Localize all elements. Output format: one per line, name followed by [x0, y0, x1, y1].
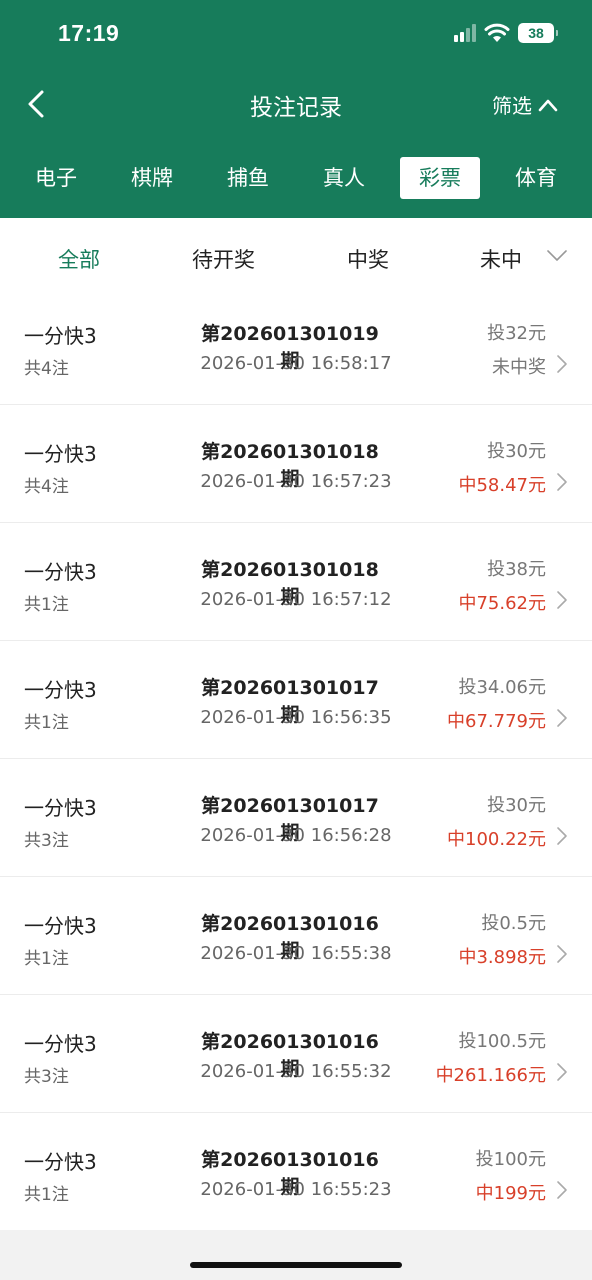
category-tabs: 电子 棋牌 捕鱼 真人 彩票 体育 [0, 157, 592, 199]
bet-count: 共3注 [24, 1067, 69, 1087]
status-icons: 38 [454, 21, 558, 45]
chevron-right-icon [557, 827, 567, 845]
lottery-name: 一分快3 [24, 324, 97, 348]
status-time: 17:19 [58, 20, 120, 46]
wifi-icon [484, 23, 510, 42]
bet-count: 共1注 [24, 595, 69, 615]
tab-lost[interactable]: 未中 [480, 244, 522, 274]
lottery-name: 一分快3 [24, 796, 97, 820]
bet-record-row[interactable]: 一分快3 共3注 第202601301017期 2026-01-30 16:56… [0, 759, 592, 877]
chevron-down-icon[interactable] [546, 248, 568, 262]
chevron-right-icon [557, 1181, 567, 1199]
result-text: 中67.779元 [447, 711, 546, 732]
bet-time: 2026-01-30 16:57:12 [200, 589, 392, 610]
bet-count: 共4注 [24, 477, 69, 497]
filter-button[interactable]: 筛选 [492, 90, 558, 119]
tab-chess-cards[interactable]: 棋牌 [112, 157, 192, 199]
stake-amount: 投30元 [487, 441, 546, 462]
chevron-right-icon [557, 591, 567, 609]
battery-icon: 38 [518, 23, 558, 43]
bet-time: 2026-01-30 16:56:28 [200, 825, 392, 846]
tab-lottery[interactable]: 彩票 [400, 157, 480, 199]
result-text: 中75.62元 [458, 593, 546, 614]
lottery-name: 一分快3 [24, 442, 97, 466]
status-tabs: 全部 待开奖 中奖 未中 [0, 218, 592, 296]
stake-amount: 投100元 [475, 1149, 546, 1170]
result-text: 中261.166元 [435, 1065, 546, 1086]
lottery-name: 一分快3 [24, 560, 97, 584]
bet-record-list: 一分快3 共4注 第202601301019期 2026-01-30 16:58… [0, 287, 592, 1230]
bet-count: 共1注 [24, 949, 69, 969]
bet-time: 2026-01-30 16:57:23 [200, 471, 392, 492]
bet-count: 共1注 [24, 1185, 69, 1205]
result-text: 中3.898元 [458, 947, 546, 968]
stake-amount: 投34.06元 [458, 677, 546, 698]
filter-label: 筛选 [492, 94, 532, 118]
bet-count: 共1注 [24, 713, 69, 733]
chevron-right-icon [557, 945, 567, 963]
lottery-name: 一分快3 [24, 914, 97, 938]
chevron-right-icon [557, 709, 567, 727]
lottery-name: 一分快3 [24, 1150, 97, 1174]
chevron-up-icon [538, 99, 558, 111]
bet-record-row[interactable]: 一分快3 共4注 第202601301019期 2026-01-30 16:58… [0, 287, 592, 405]
chevron-right-icon [557, 355, 567, 373]
result-text: 中58.47元 [458, 475, 546, 496]
tab-all[interactable]: 全部 [58, 244, 100, 274]
stake-amount: 投32元 [487, 323, 546, 344]
stake-amount: 投100.5元 [458, 1031, 546, 1052]
bet-record-row[interactable]: 一分快3 共1注 第202601301016期 2026-01-30 16:55… [0, 1113, 592, 1230]
bet-time: 2026-01-30 16:58:17 [200, 353, 392, 374]
bet-count: 共3注 [24, 831, 69, 851]
result-text: 未中奖 [492, 357, 546, 378]
cellular-signal-icon [454, 24, 476, 42]
bet-record-row[interactable]: 一分快3 共1注 第202601301016期 2026-01-30 16:55… [0, 877, 592, 995]
stake-amount: 投0.5元 [481, 913, 546, 934]
tab-electronic[interactable]: 电子 [16, 157, 96, 199]
bet-record-row[interactable]: 一分快3 共4注 第202601301018期 2026-01-30 16:57… [0, 405, 592, 523]
app-header: 17:19 38 投注记录 筛选 电子 棋牌 捕鱼 真人 彩票 体育 [0, 0, 592, 218]
chevron-right-icon [557, 1063, 567, 1081]
bet-record-row[interactable]: 一分快3 共3注 第202601301016期 2026-01-30 16:55… [0, 995, 592, 1113]
result-text: 中199元 [475, 1183, 546, 1204]
bet-time: 2026-01-30 16:55:23 [200, 1179, 392, 1200]
bet-record-row[interactable]: 一分快3 共1注 第202601301017期 2026-01-30 16:56… [0, 641, 592, 759]
tab-pending[interactable]: 待开奖 [192, 244, 255, 274]
stake-amount: 投30元 [487, 795, 546, 816]
lottery-name: 一分快3 [24, 678, 97, 702]
chevron-right-icon [557, 473, 567, 491]
tab-won[interactable]: 中奖 [347, 244, 389, 274]
tab-fishing[interactable]: 捕鱼 [208, 157, 288, 199]
bet-time: 2026-01-30 16:56:35 [200, 707, 392, 728]
bet-count: 共4注 [24, 359, 69, 379]
bet-time: 2026-01-30 16:55:38 [200, 943, 392, 964]
home-indicator[interactable] [190, 1262, 402, 1268]
result-text: 中100.22元 [447, 829, 546, 850]
tab-sports[interactable]: 体育 [496, 157, 576, 199]
tab-live[interactable]: 真人 [304, 157, 384, 199]
bet-time: 2026-01-30 16:55:32 [200, 1061, 392, 1082]
bet-record-row[interactable]: 一分快3 共1注 第202601301018期 2026-01-30 16:57… [0, 523, 592, 641]
lottery-name: 一分快3 [24, 1032, 97, 1056]
stake-amount: 投38元 [487, 559, 546, 580]
